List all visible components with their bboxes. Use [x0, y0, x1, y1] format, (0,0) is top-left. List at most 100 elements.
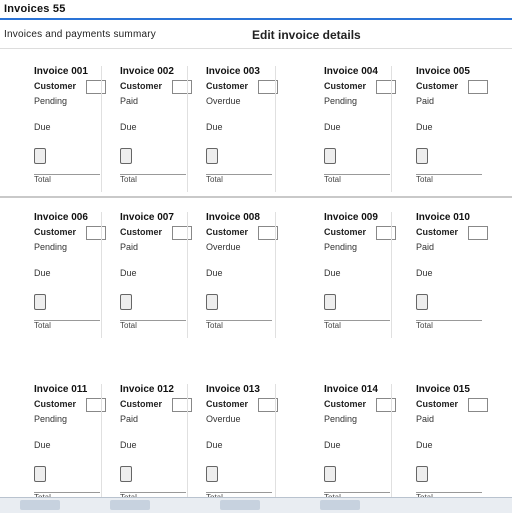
invoice-status: Pending: [34, 414, 68, 424]
invoice-customer: Customer: [120, 399, 163, 409]
column-separator: [187, 384, 188, 510]
invoice-total: Total: [120, 174, 186, 185]
invoice-card[interactable]: Invoice 005 Customer Paid Due Total: [416, 66, 488, 192]
column-separator: [187, 212, 188, 338]
invoice-card[interactable]: Invoice 002 Customer Paid Due Total: [120, 66, 192, 192]
invoice-total: Total: [324, 174, 390, 185]
invoice-customer: Customer: [324, 81, 367, 91]
title-bar-accent: [0, 0, 512, 20]
invoice-total: Total: [34, 174, 100, 185]
document-icon: [120, 294, 132, 310]
toolbar-segment[interactable]: [20, 500, 60, 510]
checkbox[interactable]: [468, 80, 488, 94]
invoice-title: Invoice 008: [206, 212, 260, 223]
invoice-card[interactable]: Invoice 010 Customer Paid Due Total: [416, 212, 488, 338]
invoice-card[interactable]: Invoice 013 Customer Overdue Due Total: [206, 384, 278, 510]
invoice-card[interactable]: Invoice 003 Customer Overdue Due Total: [206, 66, 278, 192]
invoice-title: Invoice 015: [416, 384, 470, 395]
checkbox[interactable]: [468, 226, 488, 240]
invoice-status: Paid: [416, 242, 435, 252]
checkbox[interactable]: [172, 398, 192, 412]
invoice-title: Invoice 001: [34, 66, 88, 77]
invoice-card[interactable]: Invoice 001 Customer Pending Due Total: [34, 66, 106, 192]
column-separator: [275, 66, 276, 192]
header-left-text: Invoices and payments summary: [4, 29, 156, 40]
invoice-title: Invoice 003: [206, 66, 260, 77]
invoice-title: Invoice 002: [120, 66, 174, 77]
checkbox[interactable]: [86, 226, 106, 240]
invoice-title: Invoice 010: [416, 212, 470, 223]
document-icon: [416, 148, 428, 164]
column-separator: [391, 212, 392, 338]
document-icon: [324, 466, 336, 482]
invoice-total: Total: [120, 320, 186, 331]
bottom-toolbar: [0, 497, 512, 513]
invoice-total: Total: [416, 174, 482, 185]
checkbox[interactable]: [376, 80, 396, 94]
invoice-due: Due: [416, 122, 433, 132]
invoice-customer: Customer: [324, 399, 367, 409]
invoice-due: Due: [120, 440, 137, 450]
header-bar: Invoices and payments summary Edit invoi…: [0, 24, 512, 49]
toolbar-segment[interactable]: [110, 500, 150, 510]
invoice-customer: Customer: [34, 227, 77, 237]
invoice-customer: Customer: [206, 399, 249, 409]
invoice-customer: Customer: [120, 227, 163, 237]
invoice-card[interactable]: Invoice 006 Customer Pending Due Total: [34, 212, 106, 338]
invoice-due: Due: [206, 268, 223, 278]
column-separator: [101, 212, 102, 338]
column-separator: [187, 66, 188, 192]
toolbar-segment[interactable]: [320, 500, 360, 510]
column-separator: [101, 384, 102, 510]
invoice-card[interactable]: Invoice 009 Customer Pending Due Total: [324, 212, 396, 338]
checkbox[interactable]: [172, 226, 192, 240]
checkbox[interactable]: [86, 398, 106, 412]
invoice-customer: Customer: [416, 227, 459, 237]
invoice-status: Pending: [324, 242, 358, 252]
invoice-due: Due: [120, 122, 137, 132]
invoice-status: Pending: [34, 242, 68, 252]
invoice-due: Due: [416, 440, 433, 450]
invoice-status: Pending: [324, 96, 358, 106]
invoice-total: Total: [416, 320, 482, 331]
toolbar-segment[interactable]: [220, 500, 260, 510]
invoice-title: Invoice 007: [120, 212, 174, 223]
column-separator: [391, 384, 392, 510]
checkbox[interactable]: [86, 80, 106, 94]
invoice-card[interactable]: Invoice 015 Customer Paid Due Total: [416, 384, 488, 510]
document-icon: [324, 148, 336, 164]
invoice-title: Invoice 009: [324, 212, 378, 223]
checkbox[interactable]: [172, 80, 192, 94]
invoice-status: Overdue: [206, 96, 241, 106]
document-icon: [206, 294, 218, 310]
invoice-title: Invoice 013: [206, 384, 260, 395]
invoice-card[interactable]: Invoice 014 Customer Pending Due Total: [324, 384, 396, 510]
invoice-title: Invoice 012: [120, 384, 174, 395]
invoice-total: Total: [324, 320, 390, 331]
invoice-status: Paid: [120, 242, 139, 252]
invoice-status: Overdue: [206, 242, 241, 252]
invoice-due: Due: [34, 440, 51, 450]
column-separator: [391, 66, 392, 192]
invoice-card[interactable]: Invoice 007 Customer Paid Due Total: [120, 212, 192, 338]
invoice-due: Due: [324, 268, 341, 278]
invoice-due: Due: [324, 122, 341, 132]
window-title: Invoices 55: [4, 3, 66, 15]
invoice-card[interactable]: Invoice 004 Customer Pending Due Total: [324, 66, 396, 192]
checkbox[interactable]: [376, 226, 396, 240]
document-icon: [120, 466, 132, 482]
invoice-card[interactable]: Invoice 011 Customer Pending Due Total: [34, 384, 106, 510]
checkbox[interactable]: [376, 398, 396, 412]
checkbox[interactable]: [468, 398, 488, 412]
invoice-due: Due: [206, 122, 223, 132]
document-icon: [416, 294, 428, 310]
invoice-due: Due: [34, 268, 51, 278]
invoice-card[interactable]: Invoice 012 Customer Paid Due Total: [120, 384, 192, 510]
invoice-customer: Customer: [416, 81, 459, 91]
invoice-total: Total: [34, 320, 100, 331]
invoice-customer: Customer: [416, 399, 459, 409]
invoice-total: Total: [206, 320, 272, 331]
invoice-card[interactable]: Invoice 008 Customer Overdue Due Total: [206, 212, 278, 338]
invoice-status: Paid: [120, 96, 139, 106]
invoice-customer: Customer: [324, 227, 367, 237]
